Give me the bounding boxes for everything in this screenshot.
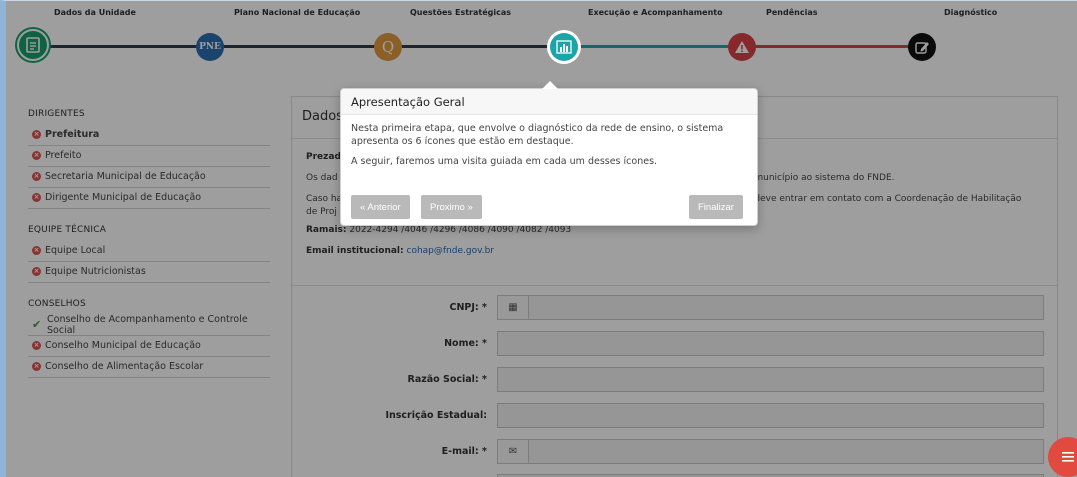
previous-button[interactable]: « Anterior xyxy=(351,195,410,219)
popover-text-1: Nesta primeira etapa, que envolve o diag… xyxy=(351,123,724,147)
menu-icon xyxy=(1062,452,1074,462)
app-frame: Dados da Unidade Plano Nacional de Educa… xyxy=(0,0,1077,477)
highlighted-bar-chart-icon[interactable] xyxy=(550,33,578,61)
next-button[interactable]: Proximo » xyxy=(421,195,482,219)
tour-overlay xyxy=(6,1,1077,477)
popover-title: Apresentação Geral xyxy=(341,89,757,115)
popover-text-2: A seguir, faremos uma visita guiada em c… xyxy=(351,156,658,167)
tour-popover: Apresentação Geral Nesta primeira etapa,… xyxy=(340,81,758,226)
finish-button[interactable]: Finalizar xyxy=(689,195,743,219)
popover-arrow xyxy=(542,81,558,89)
popover-body: Nesta primeira etapa, que envolve o diag… xyxy=(341,115,757,168)
